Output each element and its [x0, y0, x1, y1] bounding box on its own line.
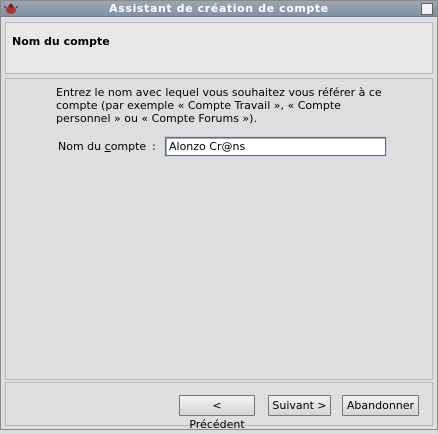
- app-bug-icon: [4, 3, 18, 14]
- page-header: Nom du compte: [5, 22, 433, 74]
- description-text: Entrez le nom avec lequel vous souhaitez…: [56, 86, 382, 125]
- window-title: Assistant de création de compte: [109, 2, 329, 15]
- next-button[interactable]: Suivant >: [268, 395, 331, 416]
- account-name-input[interactable]: [164, 136, 387, 157]
- wizard-window: Assistant de création de compte Nom du c…: [0, 0, 438, 431]
- account-name-label: Nom du compte: [58, 140, 146, 153]
- title-bar[interactable]: Assistant de création de compte: [1, 1, 437, 17]
- content-panel: Entrez le nom avec lequel vous souhaitez…: [5, 78, 433, 380]
- account-name-label-prefix: Nom du: [58, 140, 105, 153]
- account-name-label-suffix: ompte: [110, 140, 147, 153]
- close-icon[interactable]: [421, 3, 433, 15]
- previous-button[interactable]: < Précédent: [179, 395, 255, 431]
- page-title: Nom du compte: [12, 35, 110, 48]
- button-bar: < Précédent Suivant > Abandonner: [5, 382, 433, 431]
- account-name-colon: :: [152, 140, 156, 153]
- cancel-button[interactable]: Abandonner: [342, 395, 419, 416]
